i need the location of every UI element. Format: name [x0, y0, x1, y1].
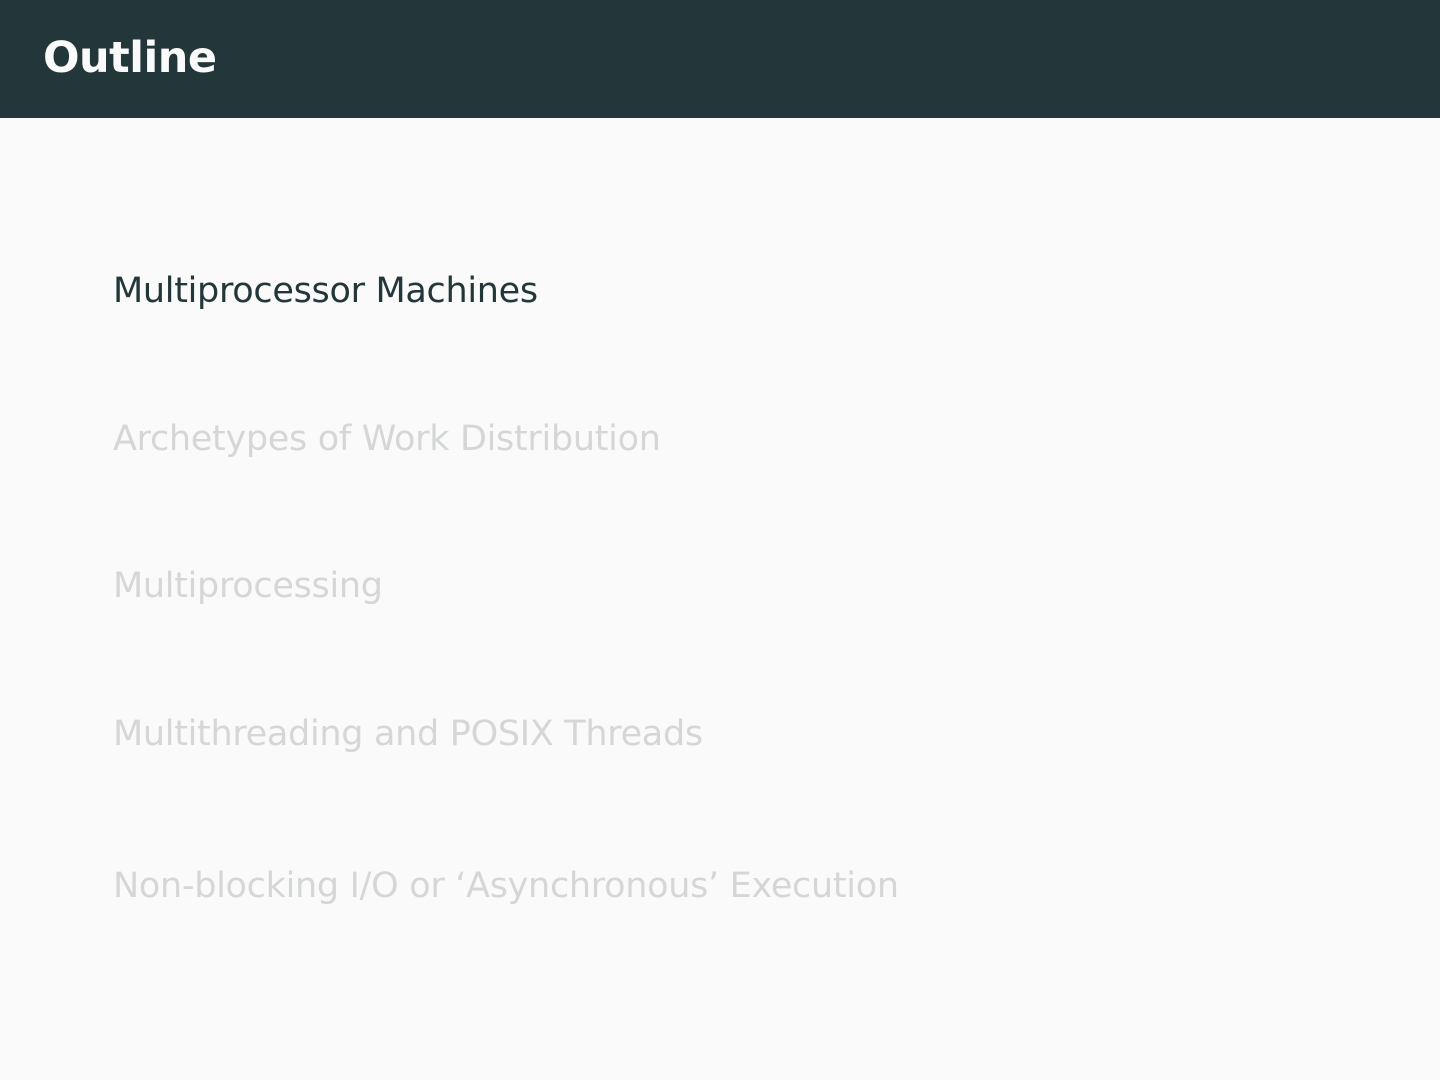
outline-section-multiprocessing: Multiprocessing — [113, 566, 383, 606]
outline-section-multiprocessor-machines: Multiprocessor Machines — [113, 271, 538, 311]
outline-section-multithreading: Multithreading and POSIX Threads — [113, 714, 703, 754]
slide-header: Outline — [0, 0, 1440, 118]
outline-section-archetypes: Archetypes of Work Distribution — [113, 419, 661, 459]
slide-title: Outline — [43, 33, 217, 83]
outline-section-non-blocking-io: Non-blocking I/O or ‘Asynchronous’ Execu… — [113, 866, 899, 906]
